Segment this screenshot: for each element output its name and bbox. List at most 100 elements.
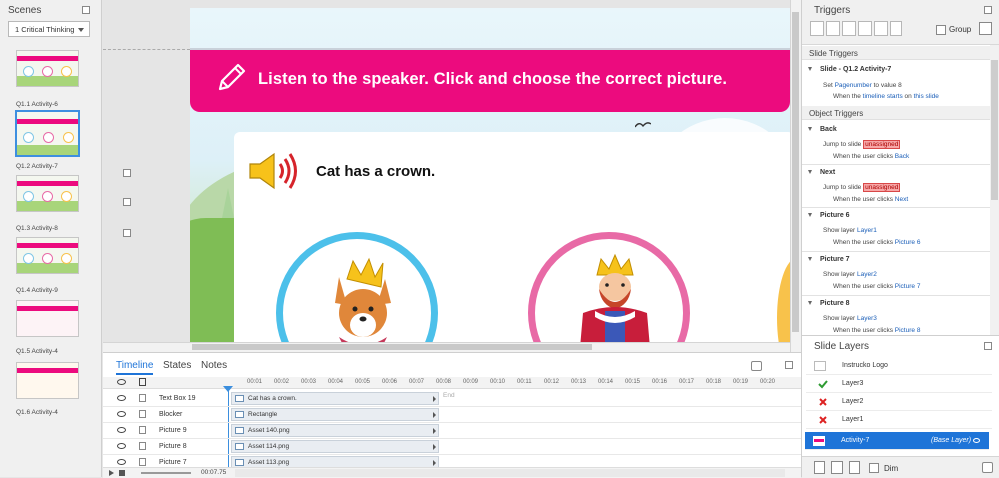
move-trigger-button[interactable] <box>890 21 902 36</box>
eye-icon[interactable] <box>117 459 126 465</box>
panel-pin-icon[interactable] <box>785 361 793 369</box>
speaker-icon[interactable] <box>246 152 302 190</box>
zoom-slider[interactable] <box>141 472 191 474</box>
lock-checkbox[interactable] <box>139 426 146 434</box>
object-triggers-header[interactable]: Object Triggers <box>802 106 990 120</box>
tab-notes[interactable]: Notes <box>201 360 227 371</box>
tab-states[interactable]: States <box>163 360 191 371</box>
lock-checkbox[interactable] <box>139 442 146 450</box>
delete-trigger-button[interactable] <box>874 21 888 36</box>
slide-thumbnail[interactable] <box>16 362 79 399</box>
timeline-object-bar[interactable]: Asset 114.png <box>231 440 439 453</box>
stage-vertical-scroll-thumb[interactable] <box>792 12 799 332</box>
layer-name: Activity-7 <box>841 437 870 444</box>
panel-pin-icon[interactable] <box>984 6 992 14</box>
timeline-row[interactable]: Picture 8 Asset 114.png <box>103 439 801 455</box>
slide-thumbnail-selected[interactable] <box>15 110 80 157</box>
new-layer-button[interactable] <box>814 461 825 474</box>
trigger-view-button[interactable] <box>979 22 992 35</box>
layer-row[interactable]: Instrucko Logo <box>806 357 992 375</box>
trigger-target[interactable]: Layer1 <box>857 227 877 234</box>
audio-tools-icon[interactable] <box>751 361 762 371</box>
timeline-object-bar[interactable]: Cat has a crown. <box>231 392 439 405</box>
eye-icon[interactable] <box>117 427 126 433</box>
timeline-object-bar[interactable]: Rectangle <box>231 408 439 421</box>
trigger-target[interactable]: Layer2 <box>857 271 877 278</box>
triggers-panel: Triggers Group Slide Triggers Slide - Q1… <box>801 0 999 335</box>
dim-checkbox[interactable] <box>869 463 879 473</box>
chevron-right-icon[interactable] <box>433 396 436 402</box>
lock-icon[interactable] <box>139 378 146 386</box>
hidden-object-marker[interactable] <box>123 229 131 237</box>
play-icon[interactable] <box>109 470 114 476</box>
trigger-target[interactable]: unassigned <box>863 140 901 149</box>
paste-trigger-button[interactable] <box>858 21 872 36</box>
timeline-tick: 00:16 <box>652 379 668 385</box>
stop-icon[interactable] <box>119 470 125 476</box>
trigger-name: Back <box>820 126 837 133</box>
slide-canvas[interactable]: Listen to the speaker. Click and choose … <box>190 8 790 344</box>
gear-icon[interactable] <box>982 462 993 473</box>
triggers-scroll-thumb[interactable] <box>991 60 998 200</box>
eye-icon[interactable] <box>117 443 126 449</box>
slide-thumbnail[interactable] <box>16 50 79 87</box>
chevron-right-icon[interactable] <box>433 412 436 418</box>
timeline-row[interactable]: Blocker Rectangle <box>103 407 801 423</box>
trigger-target[interactable]: Layer3 <box>857 315 877 322</box>
trigger-slide[interactable]: Slide - Q1.2 Activity-7 <box>808 66 891 73</box>
timeline-object-bar[interactable]: Asset 140.png <box>231 424 439 437</box>
trigger-target[interactable]: unassigned <box>863 183 901 192</box>
lock-checkbox[interactable] <box>139 394 146 402</box>
timeline-ruler[interactable]: 00:01 00:02 00:03 00:04 00:05 00:06 00:07 00:08… <box>103 377 801 389</box>
chevron-right-icon[interactable] <box>433 444 436 450</box>
layer-row[interactable]: Layer3 <box>806 375 992 393</box>
slide-triggers-header[interactable]: Slide Triggers <box>802 46 990 60</box>
trigger-object-link[interactable]: Picture 7 <box>895 283 921 290</box>
group-checkbox[interactable] <box>936 25 946 35</box>
layer-row-base[interactable]: Activity-7 (Base Layer) <box>805 432 989 450</box>
lock-checkbox[interactable] <box>139 410 146 418</box>
eye-icon[interactable] <box>117 379 126 385</box>
trigger-object-link[interactable]: Picture 8 <box>895 327 921 334</box>
trigger-object[interactable]: Picture 7 <box>808 256 850 263</box>
trigger-object-link[interactable]: Next <box>895 196 908 203</box>
panel-pin-icon[interactable] <box>984 342 992 350</box>
edit-trigger-button[interactable] <box>826 21 840 36</box>
slide-thumbnail[interactable] <box>16 237 79 274</box>
eye-icon[interactable] <box>973 438 980 443</box>
layer-row[interactable]: Layer2 <box>806 393 992 411</box>
tab-timeline[interactable]: Timeline <box>116 360 154 375</box>
timeline-tick: 00:04 <box>328 379 344 385</box>
section-label: Object Triggers <box>809 109 864 118</box>
hidden-object-marker[interactable] <box>123 169 131 177</box>
instruction-banner[interactable]: Listen to the speaker. Click and choose … <box>190 48 790 112</box>
hidden-object-marker[interactable] <box>123 198 131 206</box>
chevron-right-icon[interactable] <box>433 460 436 466</box>
trigger-object[interactable]: Picture 8 <box>808 300 850 307</box>
timeline-tick: 00:06 <box>382 379 398 385</box>
timeline-row[interactable]: Text Box 19 Cat has a crown. <box>103 391 801 407</box>
scene-dropdown[interactable]: 1 Critical Thinking <box>8 21 90 37</box>
duplicate-layer-button[interactable] <box>831 461 843 474</box>
stage-horizontal-scroll-thumb[interactable] <box>192 344 592 350</box>
panel-pin-icon[interactable] <box>82 6 90 14</box>
trigger-object[interactable]: Picture 6 <box>808 212 850 219</box>
trigger-object[interactable]: Next <box>808 169 835 176</box>
chevron-right-icon[interactable] <box>433 428 436 434</box>
copy-trigger-button[interactable] <box>842 21 856 36</box>
layer-row[interactable]: Layer1 <box>806 411 992 429</box>
lock-checkbox[interactable] <box>139 458 146 466</box>
slide-thumbnail[interactable] <box>16 300 79 337</box>
trigger-object-link[interactable]: Picture 6 <box>895 239 921 246</box>
timeline-horizontal-scrollbar[interactable] <box>235 469 785 477</box>
trigger-object[interactable]: Back <box>808 126 837 133</box>
object-type-icon <box>235 395 244 402</box>
slide-thumbnail[interactable] <box>16 175 79 212</box>
trigger-name: Slide - Q1.2 Activity-7 <box>820 66 892 73</box>
eye-icon[interactable] <box>117 395 126 401</box>
timeline-row[interactable]: Picture 9 Asset 140.png <box>103 423 801 439</box>
delete-layer-button[interactable] <box>849 461 860 474</box>
eye-icon[interactable] <box>117 411 126 417</box>
trigger-object-link[interactable]: Back <box>895 153 909 160</box>
new-trigger-button[interactable] <box>810 21 824 36</box>
